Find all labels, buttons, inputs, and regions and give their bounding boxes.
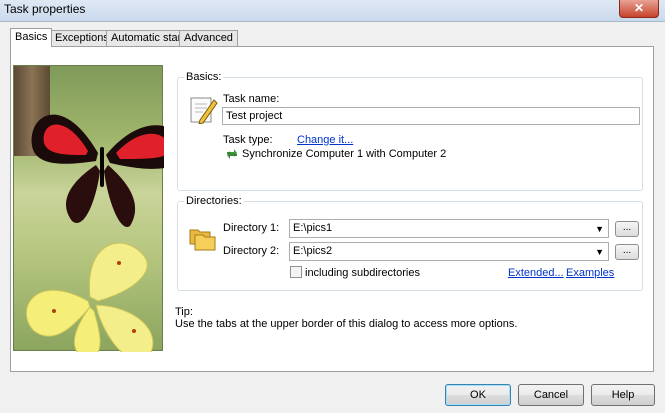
basics-group-label: Basics: <box>184 71 224 83</box>
include-subdirectories-label: including subdirectories <box>305 267 420 279</box>
help-button[interactable]: Help <box>591 384 655 406</box>
directory-1-combo[interactable]: E:\pics1 ▼ <box>289 219 609 238</box>
task-name-input[interactable]: Test project <box>222 107 640 125</box>
task-name-label: Task name: <box>223 93 280 105</box>
butterfly-image <box>25 114 164 352</box>
directory-1-value: E:\pics1 <box>293 222 333 234</box>
directory-2-combo[interactable]: E:\pics2 ▼ <box>289 242 609 261</box>
tab-label: Exceptions <box>55 32 109 44</box>
directory-2-label: Directory 2: <box>223 245 280 257</box>
close-button[interactable]: ✕ <box>619 0 659 18</box>
close-icon: ✕ <box>633 1 645 15</box>
extended-link[interactable]: Extended... <box>508 267 564 279</box>
examples-link[interactable]: Examples <box>566 267 614 279</box>
tab-automatic-start[interactable]: Automatic start <box>106 30 190 46</box>
tip-text: Use the tabs at the upper border of this… <box>175 318 518 330</box>
tab-basics[interactable]: Basics <box>10 28 53 47</box>
edit-pencil-icon <box>190 97 218 124</box>
basics-group: Basics: Task name: Test project Task typ… <box>177 71 643 191</box>
tab-label: Basics <box>15 31 48 43</box>
tab-label: Advanced <box>184 32 233 44</box>
task-type-value: Synchronize Computer 1 with Computer 2 <box>242 148 447 160</box>
cancel-button[interactable]: Cancel <box>518 384 584 406</box>
window-title: Task properties <box>4 2 86 16</box>
change-task-type-link[interactable]: Change it... <box>297 134 353 146</box>
tab-panel: Basics: Task name: Test project Task typ… <box>10 46 654 372</box>
ok-button[interactable]: OK <box>445 384 511 406</box>
tab-exceptions[interactable]: Exceptions <box>50 30 114 46</box>
directories-group: Directories: Directory 1: E:\pics1 ▼ ...… <box>177 195 643 291</box>
tab-label: Automatic start <box>111 32 185 44</box>
chevron-down-icon: ▼ <box>595 247 604 257</box>
directories-group-label: Directories: <box>184 195 244 207</box>
folders-icon <box>189 229 216 251</box>
chevron-down-icon: ▼ <box>595 224 604 234</box>
butterfly-picture <box>13 65 164 352</box>
task-type-label: Task type: <box>223 134 273 146</box>
browse-directory-2-button[interactable]: ... <box>615 244 639 260</box>
tip-title: Tip: <box>175 306 193 318</box>
sync-arrows-icon <box>227 149 237 159</box>
browse-directory-1-button[interactable]: ... <box>615 221 639 237</box>
include-subdirectories-checkbox[interactable] <box>290 266 302 278</box>
tab-advanced[interactable]: Advanced <box>179 30 238 46</box>
directory-2-value: E:\pics2 <box>293 245 333 257</box>
title-bar: Task properties ✕ <box>0 0 665 22</box>
directory-1-label: Directory 1: <box>223 222 280 234</box>
